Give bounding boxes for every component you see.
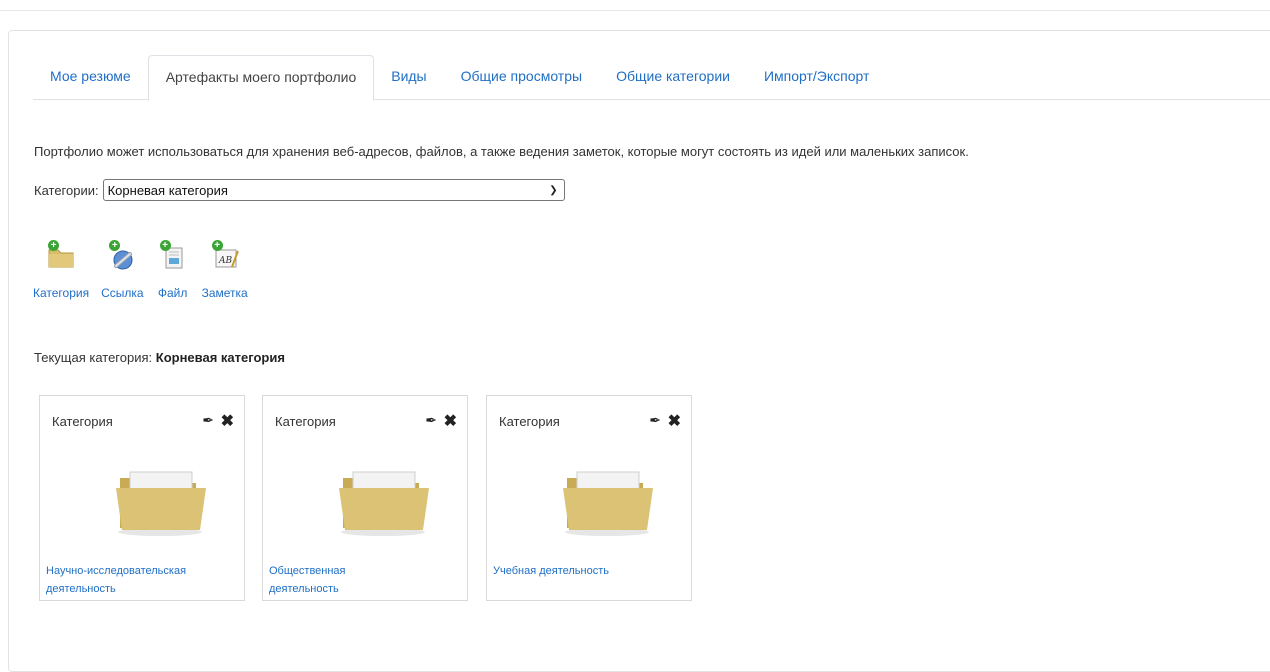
add-link-label: Ссылка <box>101 286 144 300</box>
pencil-icon[interactable]: ✒ <box>649 412 661 429</box>
category-select[interactable]: Корневая категория ❯ <box>102 179 565 201</box>
tab-portfolio-artifacts[interactable]: Артефакты моего портфолио <box>147 55 375 101</box>
add-file-icon: + <box>156 240 190 274</box>
tab-views[interactable]: Виды <box>374 55 443 98</box>
category-card: Категория ✒ ✖ Общественная деятельность <box>262 395 468 601</box>
close-icon[interactable]: ✖ <box>668 411 681 431</box>
add-file-label: Файл <box>157 286 188 300</box>
pencil-icon[interactable]: ✒ <box>202 412 214 429</box>
current-category-value: Корневая категория <box>155 350 285 365</box>
card-title-link[interactable]: Общественная деятельность <box>269 562 379 598</box>
folder-icon <box>563 471 653 536</box>
top-divider <box>0 10 1270 11</box>
tab-shared-categories[interactable]: Общие категории <box>599 55 747 98</box>
add-note-icon: AB + <box>208 240 242 274</box>
close-icon[interactable]: ✖ <box>444 411 457 431</box>
category-card: Категория ✒ ✖ Учебная деятельность <box>486 395 692 601</box>
category-card: Категория ✒ ✖ Научно-исследовательская д… <box>39 395 245 601</box>
chevron-down-icon: ❯ <box>549 184 558 196</box>
add-note-action[interactable]: AB + Заметка <box>202 240 248 300</box>
current-category-label: Текущая категория: <box>34 350 153 365</box>
card-title-link[interactable]: Учебная деятельность <box>493 562 683 580</box>
tab-bar: Мое резюме Артефакты моего портфолио Вид… <box>33 55 1270 101</box>
card-type-label: Категория <box>499 414 560 429</box>
tab-my-resume[interactable]: Мое резюме <box>33 55 148 98</box>
folder-icon <box>116 471 206 536</box>
category-select-value: Корневая категория <box>107 182 228 198</box>
add-file-action[interactable]: + Файл <box>156 240 190 300</box>
intro-text: Портфолио может использоваться для хране… <box>34 144 969 159</box>
svg-text:AB: AB <box>218 256 232 266</box>
card-type-label: Категория <box>275 414 336 429</box>
current-category: Текущая категория: Корневая категория <box>34 350 285 365</box>
add-link-action[interactable]: + Ссылка <box>101 240 144 300</box>
add-actions: + Категория + Ссылка + Файл AB + Заметка <box>33 240 260 300</box>
tab-shared-views[interactable]: Общие просмотры <box>444 55 599 98</box>
add-category-action[interactable]: + Категория <box>33 240 89 300</box>
card-title-link[interactable]: Научно-исследовательская деятельность <box>46 562 236 598</box>
pencil-icon[interactable]: ✒ <box>425 412 437 429</box>
card-type-label: Категория <box>52 414 113 429</box>
close-icon[interactable]: ✖ <box>221 411 234 431</box>
category-row: Категории: Корневая категория ❯ <box>34 179 565 201</box>
add-note-label: Заметка <box>201 286 248 300</box>
tab-import-export[interactable]: Импорт/Экспорт <box>747 55 886 98</box>
folder-icon <box>339 471 429 536</box>
category-select-label: Категории: <box>34 182 99 198</box>
add-link-icon: + <box>105 240 139 274</box>
add-folder-icon: + <box>44 240 78 274</box>
add-category-label: Категория <box>33 286 90 300</box>
